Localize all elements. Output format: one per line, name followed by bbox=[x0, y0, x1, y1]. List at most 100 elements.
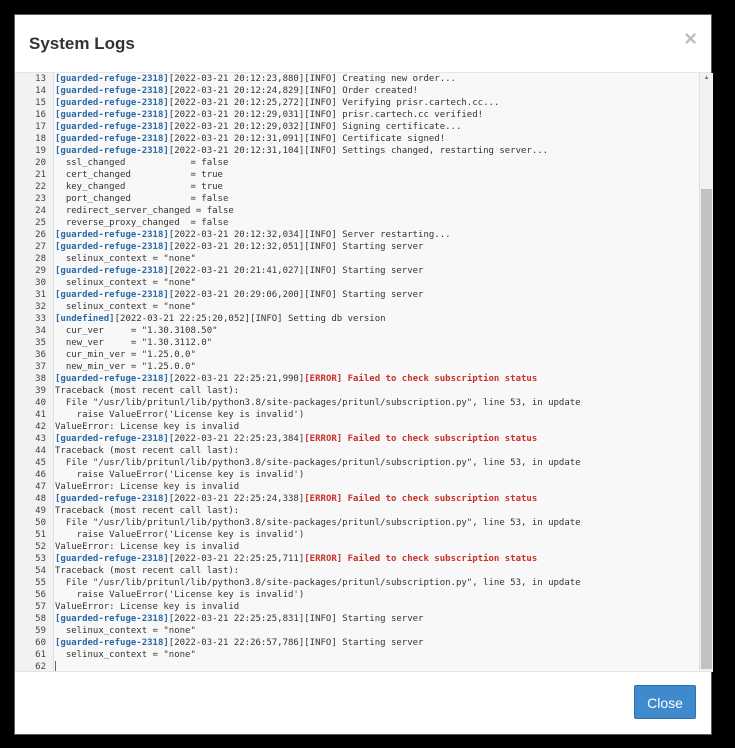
line-number: 13 bbox=[35, 74, 46, 84]
host-tag: [guarded-refuge-2318] bbox=[55, 494, 169, 504]
log-line: 21 cert_changed = true bbox=[15, 169, 699, 181]
line-number: 51 bbox=[35, 530, 46, 540]
line-number: 45 bbox=[35, 458, 46, 468]
log-line: 38 [guarded-refuge-2318][2022-03-21 22:25… bbox=[15, 373, 699, 385]
log-line: 30 selinux_context = "none" bbox=[15, 277, 699, 289]
log-line: 19 [guarded-refuge-2318][2022-03-21 20:12… bbox=[15, 145, 699, 157]
log-line-text: reverse_proxy_changed = false bbox=[55, 217, 229, 229]
log-line: 51 raise ValueError('License key is inva… bbox=[15, 529, 699, 541]
log-message: [2022-03-21 20:12:24,829][INFO] Order cr… bbox=[168, 86, 419, 96]
log-line-text: [guarded-refuge-2318][2022-03-21 20:12:3… bbox=[55, 229, 451, 241]
log-message: ssl_changed = false bbox=[55, 158, 229, 168]
log-line: 36 cur_min_ver = "1.25.0.0" bbox=[15, 349, 699, 361]
log-message: File "/usr/lib/pritunl/lib/python3.8/sit… bbox=[55, 458, 581, 468]
log-line: 29 [guarded-refuge-2318][2022-03-21 20:21… bbox=[15, 265, 699, 277]
line-number: 16 bbox=[35, 110, 46, 120]
close-button[interactable]: Close bbox=[634, 685, 696, 719]
line-number: 53 bbox=[35, 554, 46, 564]
line-number: 39 bbox=[35, 386, 46, 396]
log-message: [2022-03-21 20:12:29,032][INFO] Signing … bbox=[168, 122, 462, 132]
log-message: selinux_context = "none" bbox=[55, 650, 196, 660]
log-line-text: ValueError: License key is invalid bbox=[55, 601, 239, 613]
line-number: 23 bbox=[35, 194, 46, 204]
line-number: 15 bbox=[35, 98, 46, 108]
scrollbar-thumb[interactable] bbox=[701, 189, 712, 669]
log-line-text: File "/usr/lib/pritunl/lib/python3.8/sit… bbox=[55, 457, 581, 469]
line-number: 31 bbox=[35, 290, 46, 300]
log-message: cur_ver = "1.30.3108.50" bbox=[55, 326, 218, 336]
host-tag: [guarded-refuge-2318] bbox=[55, 134, 169, 144]
log-message: Traceback (most recent call last): bbox=[55, 506, 240, 516]
log-line: 16 [guarded-refuge-2318][2022-03-21 20:12… bbox=[15, 109, 699, 121]
log-line: 43 [guarded-refuge-2318][2022-03-21 22:25… bbox=[15, 433, 699, 445]
log-message: new_min_ver = "1.25.0.0" bbox=[55, 362, 196, 372]
log-line: 61 selinux_context = "none" bbox=[15, 649, 699, 661]
log-line: 57 ValueError: License key is invalid bbox=[15, 601, 699, 613]
log-message: ValueError: License key is invalid bbox=[55, 482, 240, 492]
log-message: ValueError: License key is invalid bbox=[55, 602, 240, 612]
log-line: 55 File "/usr/lib/pritunl/lib/python3.8/… bbox=[15, 577, 699, 589]
line-number: 27 bbox=[35, 242, 46, 252]
host-tag: [guarded-refuge-2318] bbox=[55, 110, 169, 120]
error-message: [ERROR] Failed to check subscription sta… bbox=[304, 494, 538, 504]
log-message: [2022-03-21 22:25:23,384] bbox=[168, 434, 305, 444]
log-line: 34 cur_ver = "1.30.3108.50" bbox=[15, 325, 699, 337]
log-line-text: [guarded-refuge-2318][2022-03-21 20:29:0… bbox=[55, 289, 423, 301]
log-message: key_changed = true bbox=[55, 182, 223, 192]
log-line: 49 Traceback (most recent call last): bbox=[15, 505, 699, 517]
error-message: [ERROR] Failed to check subscription sta… bbox=[304, 374, 538, 384]
log-line-text: Traceback (most recent call last): bbox=[55, 505, 239, 517]
log-line: 45 File "/usr/lib/pritunl/lib/python3.8/… bbox=[15, 457, 699, 469]
log-line-text: cur_ver = "1.30.3108.50" bbox=[55, 325, 218, 337]
line-number: 20 bbox=[35, 158, 46, 168]
line-number: 60 bbox=[35, 638, 46, 648]
error-message: [ERROR] Failed to check subscription sta… bbox=[304, 434, 538, 444]
log-line: 24 redirect_server_changed = false bbox=[15, 205, 699, 217]
host-tag: [guarded-refuge-2318] bbox=[55, 434, 169, 444]
log-line-text: selinux_context = "none" bbox=[55, 625, 196, 637]
scroll-up-arrow-icon[interactable]: ▲ bbox=[700, 73, 713, 83]
host-tag: [guarded-refuge-2318] bbox=[55, 146, 169, 156]
log-line: 23 port_changed = false bbox=[15, 193, 699, 205]
log-message: selinux_context = "none" bbox=[55, 254, 196, 264]
log-message: [2022-03-21 22:25:20,052][INFO] Setting … bbox=[114, 314, 386, 324]
log-line: 58 [guarded-refuge-2318][2022-03-21 22:25… bbox=[15, 613, 699, 625]
log-message: selinux_context = "none" bbox=[55, 278, 196, 288]
line-number: 44 bbox=[35, 446, 46, 456]
log-message: selinux_context = "none" bbox=[55, 302, 196, 312]
log-line: 44 Traceback (most recent call last): bbox=[15, 445, 699, 457]
log-line: 42 ValueError: License key is invalid bbox=[15, 421, 699, 433]
line-number: 38 bbox=[35, 374, 46, 384]
log-message: reverse_proxy_changed = false bbox=[55, 218, 229, 228]
log-scrollbar[interactable]: ▲ bbox=[699, 73, 713, 671]
log-line-text: key_changed = true bbox=[55, 181, 223, 193]
log-message: [2022-03-21 20:12:29,031][INFO] prisr.ca… bbox=[168, 110, 484, 120]
log-message: [2022-03-21 20:12:31,091][INFO] Certific… bbox=[168, 134, 446, 144]
log-line: 50 File "/usr/lib/pritunl/lib/python3.8/… bbox=[15, 517, 699, 529]
log-line: 33 [undefined][2022-03-21 22:25:20,052][I… bbox=[15, 313, 699, 325]
log-line: 14 [guarded-refuge-2318][2022-03-21 20:12… bbox=[15, 85, 699, 97]
log-line-text: [undefined][2022-03-21 22:25:20,052][INF… bbox=[55, 313, 386, 325]
host-tag: [guarded-refuge-2318] bbox=[55, 266, 169, 276]
log-line: 32 selinux_context = "none" bbox=[15, 301, 699, 313]
line-number: 35 bbox=[35, 338, 46, 348]
line-number: 34 bbox=[35, 326, 46, 336]
line-number: 40 bbox=[35, 398, 46, 408]
log-line-text: [guarded-refuge-2318][2022-03-21 20:12:2… bbox=[55, 109, 483, 121]
log-line-text: ssl_changed = false bbox=[55, 157, 229, 169]
log-lines[interactable]: 13 [guarded-refuge-2318][2022-03-21 20:12… bbox=[15, 73, 699, 671]
log-message: [2022-03-21 20:12:32,051][INFO] Starting… bbox=[168, 242, 424, 252]
log-line-text: [guarded-refuge-2318][2022-03-21 20:12:3… bbox=[55, 241, 423, 253]
log-line-text: Traceback (most recent call last): bbox=[55, 385, 239, 397]
log-line: 31 [guarded-refuge-2318][2022-03-21 20:29… bbox=[15, 289, 699, 301]
line-number: 18 bbox=[35, 134, 46, 144]
modal-footer: Close bbox=[15, 671, 711, 734]
close-icon[interactable]: × bbox=[684, 26, 697, 52]
log-message: [2022-03-21 22:26:57,786][INFO] Starting… bbox=[168, 638, 424, 648]
line-number: 19 bbox=[35, 146, 46, 156]
log-message: Traceback (most recent call last): bbox=[55, 386, 240, 396]
line-number: 59 bbox=[35, 626, 46, 636]
line-number: 54 bbox=[35, 566, 46, 576]
log-viewer[interactable]: 13 [guarded-refuge-2318][2022-03-21 20:12… bbox=[15, 73, 713, 672]
line-number: 28 bbox=[35, 254, 46, 264]
